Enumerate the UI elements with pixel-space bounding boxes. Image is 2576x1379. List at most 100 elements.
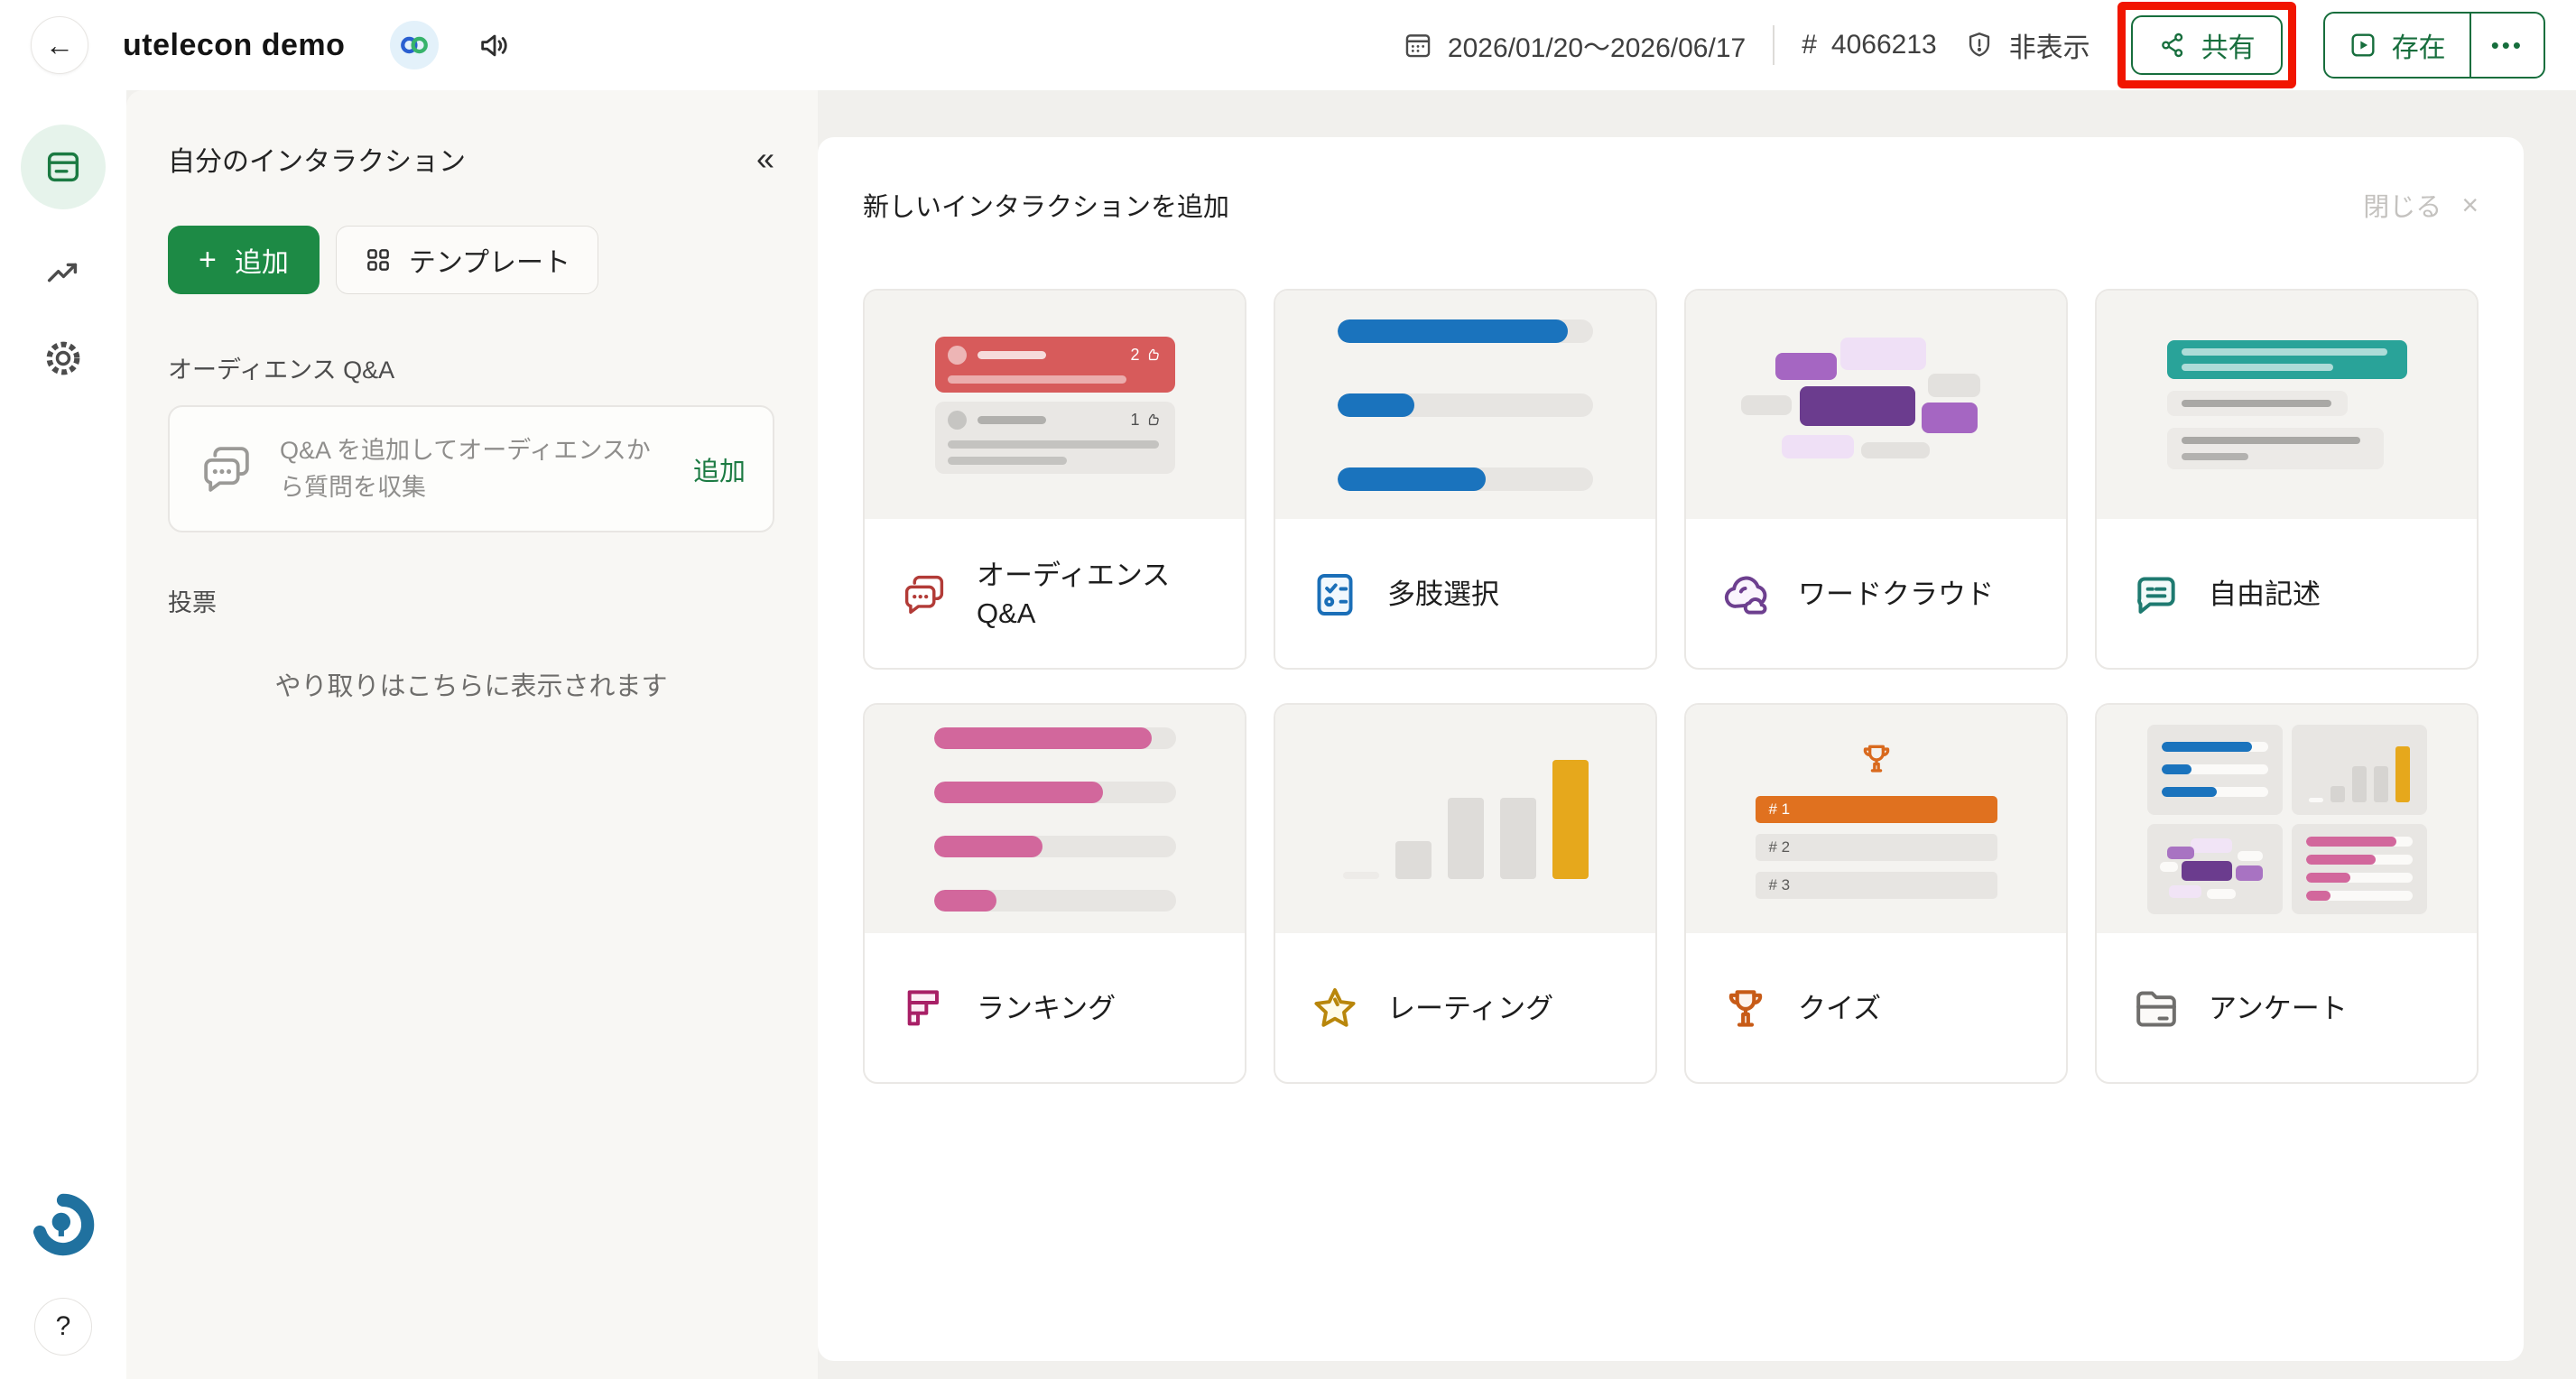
- app-body: ? 自分のインタラクション « + 追加: [0, 90, 2576, 1379]
- slido-admin-app: ← utelecon demo: [0, 0, 2576, 1379]
- tile-label-text: 多肢選択: [1387, 576, 1499, 614]
- present-split-button: 存在 •••: [2323, 12, 2545, 79]
- quiz-rank-1: # 1: [1756, 796, 1997, 823]
- calendar-icon: [1403, 30, 1433, 60]
- date-range[interactable]: 2026/01/20～2026/06/17: [1403, 25, 1746, 65]
- trophy-icon: [1720, 984, 1771, 1034]
- rail-bottom: ?: [30, 1191, 97, 1379]
- qa-section-label: オーディエンス Q&A: [168, 350, 774, 385]
- help-button[interactable]: ?: [34, 1298, 92, 1356]
- add-interaction-button[interactable]: + 追加: [168, 226, 320, 294]
- present-button[interactable]: 存在: [2325, 14, 2469, 77]
- tile-rating-preview: [1275, 705, 1655, 933]
- webex-logo-icon: [399, 30, 430, 60]
- play-square-icon: [2349, 31, 2377, 60]
- interactions-icon: [42, 146, 84, 188]
- event-title: utelecon demo: [123, 28, 345, 63]
- main-area: 新しいインタラクションを追加 閉じる × 2: [818, 90, 2576, 1379]
- tile-quiz[interactable]: # 1 # 2 # 3: [1684, 703, 2068, 1084]
- add-interaction-title: 新しいインタラクションを追加: [863, 186, 1229, 224]
- topbar-right: 2026/01/20～2026/06/17 # 4066213 非表示: [1403, 2, 2545, 88]
- tile-quiz-preview: # 1 # 2 # 3: [1686, 705, 2066, 933]
- tile-open-text-preview: [2097, 291, 2477, 519]
- trophy-icon: [1857, 740, 1896, 780]
- ranking-bars-icon: [899, 984, 950, 1034]
- polls-section-label: 投票: [168, 583, 774, 618]
- tile-label-text: レーティング: [1387, 990, 1553, 1028]
- shield-alert-icon: [1964, 30, 1995, 60]
- date-range-text: 2026/01/20～2026/06/17: [1448, 25, 1746, 65]
- tile-label-text: ランキング: [977, 990, 1116, 1028]
- quiz-rank-2: # 2: [1756, 834, 1997, 861]
- likes-count: 2: [1130, 346, 1139, 365]
- event-code[interactable]: # 4066213: [1802, 30, 1936, 60]
- close-picker-button[interactable]: 閉じる ×: [2363, 186, 2479, 224]
- trend-icon: [42, 253, 84, 294]
- panel-title: 自分のインタラクション: [168, 139, 466, 179]
- templates-label: テンプレート: [409, 240, 570, 280]
- thumbs-up-icon: [1146, 347, 1163, 363]
- qa-empty-card: Q&A を追加してオーディエンスから質問を収集 追加: [168, 405, 774, 532]
- tile-audience-qa[interactable]: 2 1: [863, 289, 1246, 670]
- cloud-icon: [1720, 569, 1771, 620]
- star-icon: [1310, 984, 1360, 1034]
- visibility-label: 非表示: [2009, 25, 2090, 65]
- close-icon: ×: [2461, 189, 2479, 222]
- interaction-type-grid: 2 1: [863, 289, 2479, 1084]
- slido-logo[interactable]: [30, 1191, 97, 1258]
- close-label: 閉じる: [2363, 186, 2442, 224]
- grid-icon: [364, 245, 393, 274]
- collapse-panel-icon[interactable]: «: [756, 143, 774, 175]
- share-highlight-annotation: 共有: [2117, 2, 2296, 88]
- rail-item-analytics[interactable]: [42, 253, 84, 294]
- tile-label-text: クイズ: [1798, 990, 1881, 1028]
- chat-bubbles-icon: [197, 440, 256, 499]
- tile-label-text: 自由記述: [2209, 576, 2321, 614]
- hash-icon: #: [1802, 30, 1817, 60]
- tile-survey-preview: [2097, 705, 2477, 933]
- plus-icon: +: [199, 243, 217, 278]
- add-label: 追加: [235, 240, 289, 280]
- webex-badge[interactable]: [390, 21, 439, 69]
- topbar: ← utelecon demo: [0, 0, 2576, 90]
- back-button[interactable]: ←: [31, 16, 88, 74]
- tile-rating[interactable]: レーティング: [1274, 703, 1657, 1084]
- tile-multiple-choice[interactable]: 多肢選択: [1274, 289, 1657, 670]
- divider: [1773, 25, 1774, 65]
- thumbs-up-icon: [1146, 412, 1163, 428]
- rail-item-settings[interactable]: [42, 338, 84, 379]
- checklist-icon: [1310, 569, 1360, 620]
- templates-button[interactable]: テンプレート: [336, 226, 598, 294]
- qa-hint-text: Q&A を追加してオーディエンスから質問を収集: [280, 432, 670, 505]
- more-options-button[interactable]: •••: [2471, 14, 2544, 77]
- question-icon: ?: [56, 1311, 71, 1342]
- share-icon: [2158, 31, 2187, 60]
- tile-word-cloud[interactable]: ワードクラウド: [1684, 289, 2068, 670]
- tile-label-text: アンケート: [2209, 990, 2348, 1028]
- event-code-text: 4066213: [1831, 30, 1937, 60]
- tile-ranking[interactable]: ランキング: [863, 703, 1246, 1084]
- left-rail: ?: [0, 90, 126, 1379]
- back-arrow-icon: ←: [45, 29, 74, 62]
- tile-ranking-preview: [865, 705, 1245, 933]
- share-button[interactable]: 共有: [2131, 15, 2283, 75]
- qa-add-link[interactable]: 追加: [693, 450, 746, 488]
- likes-count: 1: [1130, 411, 1139, 430]
- add-interaction-card: 新しいインタラクションを追加 閉じる × 2: [818, 137, 2524, 1361]
- quiz-rank-3: # 3: [1756, 872, 1997, 899]
- share-label: 共有: [2201, 25, 2256, 65]
- rail-item-interactions[interactable]: [21, 125, 106, 209]
- tile-word-cloud-preview: [1686, 291, 2066, 519]
- tile-label-text: ワードクラウド: [1798, 576, 1994, 614]
- announcement-icon[interactable]: [477, 27, 513, 63]
- gear-icon: [42, 338, 84, 379]
- tile-multiple-choice-preview: [1275, 291, 1655, 519]
- qa-chat-icon: [899, 569, 950, 620]
- folder-icon: [2131, 984, 2182, 1034]
- tile-audience-qa-preview: 2 1: [865, 291, 1245, 519]
- visibility-status[interactable]: 非表示: [1964, 25, 2090, 65]
- polls-empty-text: やり取りはこちらに表示されます: [168, 665, 774, 703]
- speech-bubble-icon: [2131, 569, 2182, 620]
- tile-open-text[interactable]: 自由記述: [2095, 289, 2479, 670]
- tile-survey[interactable]: アンケート: [2095, 703, 2479, 1084]
